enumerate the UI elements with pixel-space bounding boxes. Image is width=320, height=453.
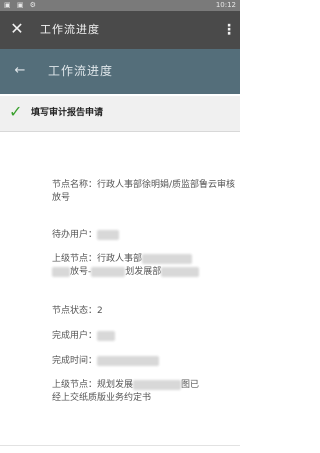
pending-user-field: 待办用户： <box>52 229 237 242</box>
done-time-label: 完成时间： <box>52 356 98 366</box>
status-bar: ▣ ▣ ⚙ 10:12 <box>0 0 240 11</box>
redacted-value <box>142 253 193 264</box>
redacted-value <box>52 266 70 277</box>
page-title: 工作流进度 <box>48 64 114 78</box>
more-options-icon[interactable]: ⋮ <box>222 21 236 39</box>
parent-node2-field: 上级节点：规划发展 图已 经上交纸质版业务约定书 <box>52 379 237 405</box>
pending-user-label: 待办用户： <box>52 230 98 240</box>
redacted-value <box>133 379 182 390</box>
done-user-field: 完成用户： <box>52 330 237 343</box>
sub-header: ← 工作流进度 <box>0 49 240 94</box>
step-detail-panel: 节点名称：行政人事部徐明娟/质监部鲁云审核放号 待办用户： 上级节点：行政人事部… <box>0 133 240 443</box>
parent-node2-text: 经上交纸质版业务约定书 <box>52 393 152 403</box>
close-icon[interactable]: ✕ <box>9 21 25 37</box>
done-user-label: 完成用户： <box>52 331 98 341</box>
done-time-field: 完成时间： <box>52 355 237 368</box>
node-status-field: 节点状态：2 <box>52 306 103 316</box>
parent-node-text: 划发展部 <box>125 267 162 277</box>
workflow-step-item[interactable]: ✓ 填写审计报告申请 <box>0 96 240 132</box>
status-time: 10:12 <box>215 1 236 9</box>
parent-node2-label: 上级节点：规划发展 <box>52 380 134 390</box>
redacted-value <box>97 330 116 341</box>
divider <box>0 445 240 446</box>
redacted-value <box>97 355 160 366</box>
redacted-value <box>161 266 200 277</box>
back-arrow-icon[interactable]: ← <box>12 62 28 80</box>
notification-icons: ▣ ▣ ⚙ <box>4 1 38 9</box>
parent-node-field: 上级节点：行政人事部 放号- 划发展部 <box>52 253 237 279</box>
check-icon: ✓ <box>9 102 23 121</box>
redacted-value <box>97 229 120 240</box>
parent-node-text: 放号- <box>70 267 92 277</box>
node-name-field: 节点名称：行政人事部徐明娟/质监部鲁云审核放号 <box>52 180 236 203</box>
parent-node-label: 上级节点：行政人事部 <box>52 254 143 264</box>
app-title: 工作流进度 <box>40 23 100 36</box>
redacted-value <box>91 266 126 277</box>
parent-node2-text: 图已 <box>181 380 200 390</box>
app-bar: ✕ 工作流进度 ⋮ <box>0 11 240 49</box>
step-label: 填写审计报告申请 <box>31 108 104 118</box>
